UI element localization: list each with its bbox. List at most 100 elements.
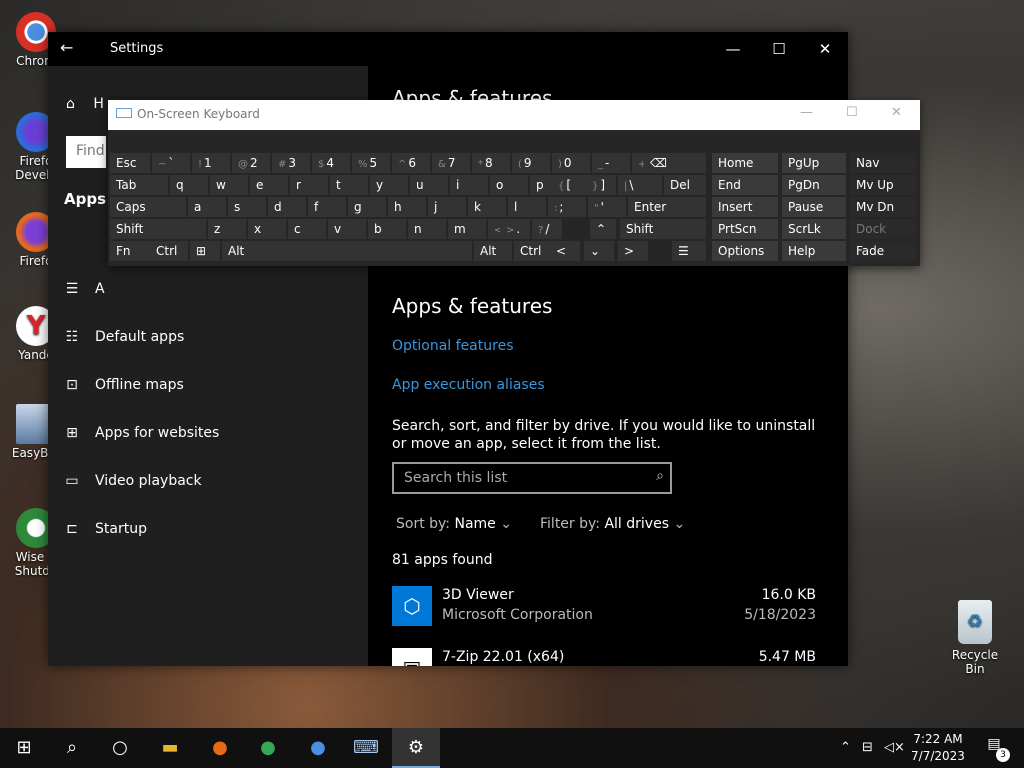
osk-key[interactable]: e	[250, 175, 288, 195]
osk-key[interactable]: Fn	[110, 241, 150, 261]
desktop-icon-recycle-bin[interactable]: ♻ Recycle Bin	[942, 600, 1008, 676]
osk-key[interactable]: Esc	[110, 153, 150, 173]
osk-key[interactable]: $4	[312, 153, 350, 173]
osk-key[interactable]: Options	[712, 241, 778, 261]
minimize-button[interactable]: —	[710, 32, 756, 66]
back-arrow-icon[interactable]: ←	[60, 38, 84, 60]
app-execution-aliases-link[interactable]: App execution aliases	[392, 377, 545, 393]
osk-key[interactable]: PgDn	[782, 175, 846, 195]
osk-key[interactable]: Home	[712, 153, 778, 173]
osk-titlebar[interactable]: On-Screen Keyboard — ☐ ✕	[108, 100, 920, 130]
osk-key[interactable]: | \	[618, 175, 662, 195]
osk-key[interactable]: Nav	[850, 153, 916, 173]
osk-key[interactable]: i	[450, 175, 488, 195]
osk-key[interactable]: Ctrl	[150, 241, 188, 261]
osk-key[interactable]: v	[328, 219, 366, 239]
osk-key[interactable]: PgUp	[782, 153, 846, 173]
osk-key[interactable]: o	[490, 175, 528, 195]
osk-key[interactable]: Dock	[850, 219, 916, 239]
notifications-button[interactable]: ▤ 3	[982, 736, 1010, 762]
start-icon[interactable]: ⊞	[0, 728, 48, 768]
sidebar-item-default-apps[interactable]: ☷ Default apps	[48, 318, 368, 358]
osk-key[interactable]: % 5	[352, 153, 390, 173]
osk-minimize-button[interactable]: —	[800, 105, 813, 120]
osk-key[interactable]: {[	[552, 175, 590, 195]
osk-key[interactable]: #3	[272, 153, 310, 173]
osk-key[interactable]: * 8	[472, 153, 510, 173]
osk-key[interactable]: ! 1	[192, 153, 230, 173]
osk-key[interactable]: Shift	[620, 219, 706, 239]
osk-key[interactable]: Caps	[110, 197, 186, 217]
osk-key[interactable]: (9	[512, 153, 550, 173]
osk-key[interactable]: r	[290, 175, 328, 195]
osk-key[interactable]: u	[410, 175, 448, 195]
osk-key[interactable]: Alt	[222, 241, 262, 261]
osk-key[interactable]: n	[408, 219, 446, 239]
osk-key[interactable]: a	[188, 197, 226, 217]
sidebar-item-startup[interactable]: ⊏ Startup	[48, 510, 368, 550]
osk-key[interactable]: ⌫	[644, 153, 706, 173]
file-explorer-icon[interactable]: ▬	[146, 728, 194, 768]
osk-key[interactable]: Alt	[474, 241, 512, 261]
osk-close-button[interactable]: ✕	[891, 105, 902, 120]
chrome-alt-icon[interactable]: ●	[294, 728, 342, 768]
osk-key[interactable]: ☰	[672, 241, 706, 261]
osk-key[interactable]: & 7	[432, 153, 470, 173]
list-item[interactable]: ▣ 7-Zip 22.01 (x64) 5.47 MB	[392, 648, 816, 666]
osk-key[interactable]: PrtScn	[712, 219, 778, 239]
sidebar-home[interactable]: ⌂ H	[66, 96, 104, 112]
sidebar-item-offline-maps[interactable]: ⊡ Offline maps	[48, 366, 368, 406]
osk-key[interactable]: s	[228, 197, 266, 217]
on-screen-keyboard-icon[interactable]: ⌨	[342, 728, 390, 768]
sort-dropdown[interactable]: Sort by: Name ⌄	[396, 516, 512, 532]
sidebar-item-apps-features[interactable]: ☰ A	[48, 270, 368, 310]
osk-key[interactable]: Pause	[782, 197, 846, 217]
osk-key[interactable]: k	[468, 197, 506, 217]
osk-key[interactable]: _ -	[592, 153, 630, 173]
list-item[interactable]: ⬡ 3D Viewer Microsoft Corporation 16.0 K…	[392, 586, 816, 636]
network-icon[interactable]: ⊟	[862, 740, 873, 755]
osk-key[interactable]: m	[448, 219, 486, 239]
maximize-button[interactable]: ☐	[756, 32, 802, 66]
osk-key[interactable]: Mv Dn	[850, 197, 916, 217]
osk-key[interactable]: End	[712, 175, 778, 195]
osk-key[interactable]: ⌄	[584, 241, 614, 261]
find-setting-input[interactable]: Find	[66, 136, 106, 168]
osk-key[interactable]: >.	[500, 219, 530, 239]
osk-key[interactable]: ^ 6	[392, 153, 430, 173]
osk-key[interactable]: t	[330, 175, 368, 195]
chrome-icon[interactable]: ●	[244, 728, 292, 768]
sidebar-item-video-playback[interactable]: ▭ Video playback	[48, 462, 368, 502]
osk-key[interactable]: :;	[548, 197, 586, 217]
osk-key[interactable]: Insert	[712, 197, 778, 217]
search-icon[interactable]: ⌕	[48, 728, 96, 768]
osk-key[interactable]: g	[348, 197, 386, 217]
osk-key[interactable]: b	[368, 219, 406, 239]
osk-key[interactable]	[258, 241, 472, 261]
settings-titlebar[interactable]: ← Settings — ☐ ✕	[48, 32, 848, 66]
osk-key[interactable]: >	[618, 241, 648, 261]
settings-icon[interactable]: ⚙	[392, 728, 440, 768]
osk-key[interactable]: Mv Up	[850, 175, 916, 195]
osk-key[interactable]: ⊞	[190, 241, 220, 261]
chevron-up-icon[interactable]: ⌃	[840, 740, 851, 755]
osk-key[interactable]: ~ `	[152, 153, 190, 173]
clock[interactable]: 7:22 AM 7/7/2023	[900, 731, 976, 765]
osk-key[interactable]: <	[550, 241, 580, 261]
osk-key[interactable]: ScrLk	[782, 219, 846, 239]
osk-key[interactable]: x	[248, 219, 286, 239]
osk-key[interactable]: Fade	[850, 241, 916, 261]
osk-key[interactable]: q	[170, 175, 208, 195]
osk-key[interactable]: Tab	[110, 175, 168, 195]
osk-key[interactable]: h	[388, 197, 426, 217]
osk-key[interactable]: ⌃	[590, 219, 616, 239]
task-view-icon[interactable]: ○	[96, 728, 144, 768]
osk-key[interactable]: j	[428, 197, 466, 217]
osk-key[interactable]: w	[210, 175, 248, 195]
osk-maximize-button[interactable]: ☐	[846, 105, 858, 120]
optional-features-link[interactable]: Optional features	[392, 338, 513, 354]
osk-key[interactable]: y	[370, 175, 408, 195]
firefox-icon[interactable]: ●	[196, 728, 244, 768]
osk-key[interactable]: d	[268, 197, 306, 217]
osk-key[interactable]: Del	[664, 175, 706, 195]
